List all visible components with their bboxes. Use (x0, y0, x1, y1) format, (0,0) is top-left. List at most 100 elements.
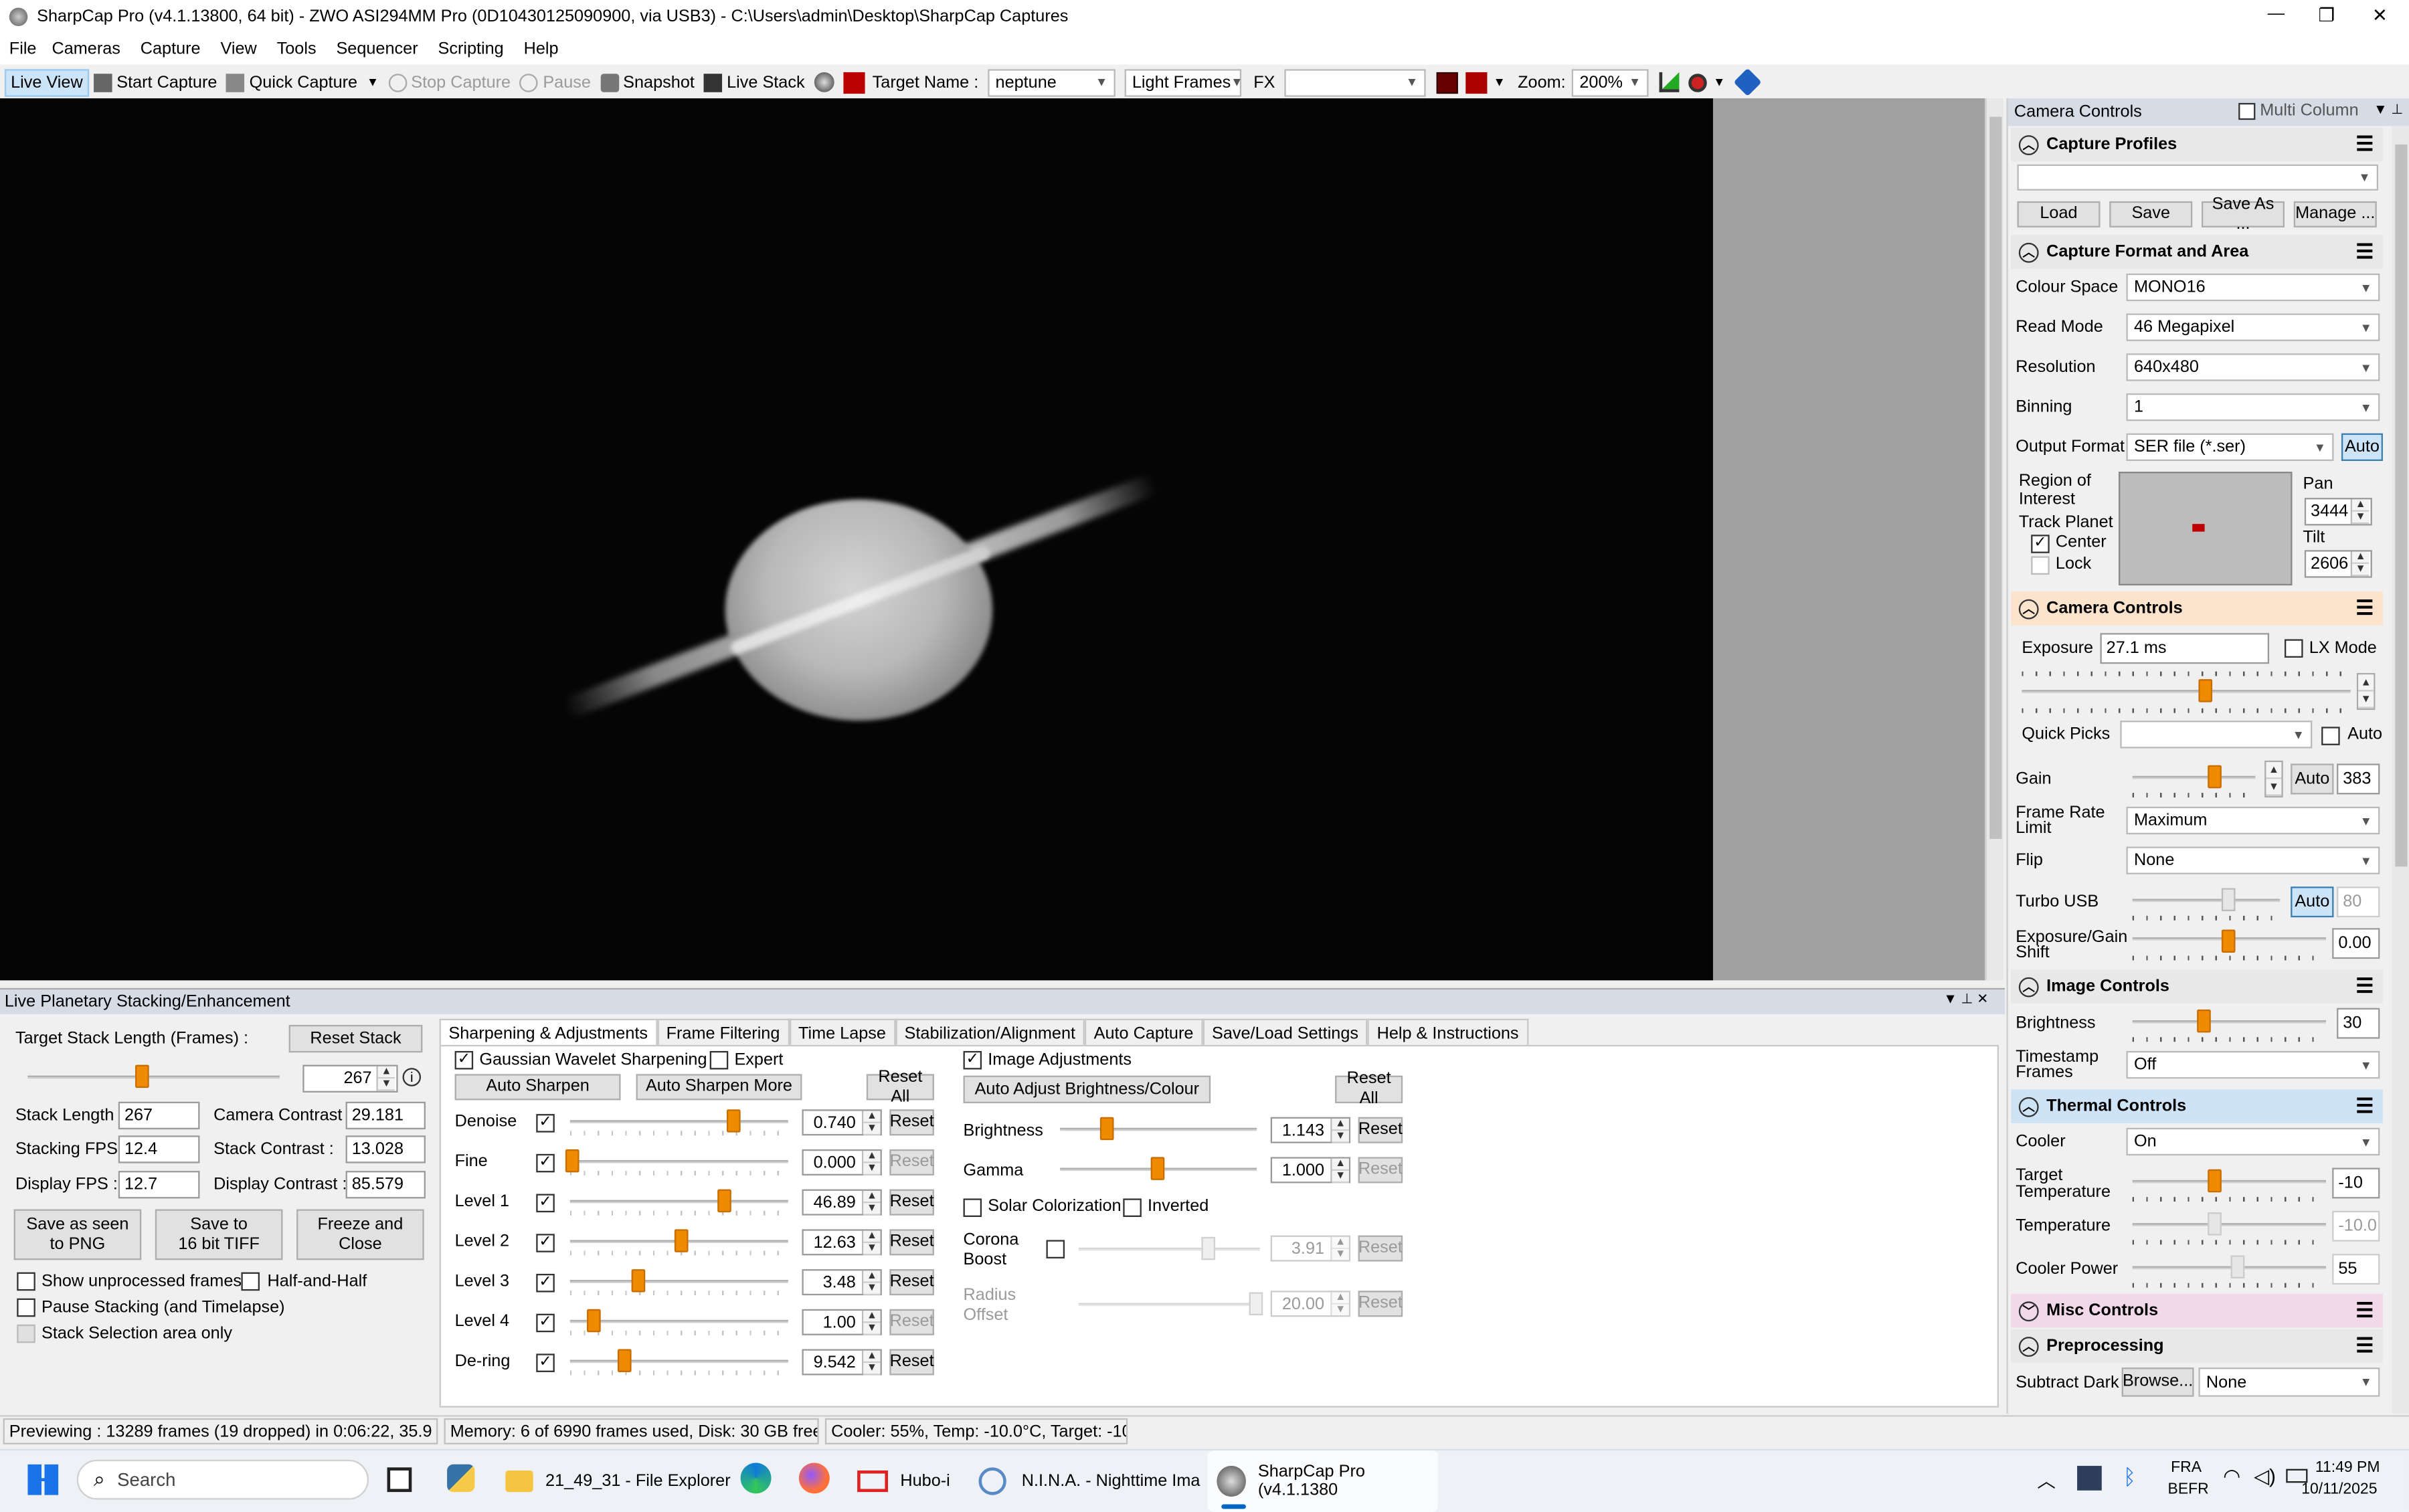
sharpen-slider-reset[interactable]: Reset (889, 1149, 934, 1175)
sharpen-slider-thumb[interactable] (631, 1269, 646, 1293)
target-temp-input[interactable]: -10 (2332, 1167, 2380, 1199)
tab-help[interactable]: Help & Instructions (1367, 1018, 1528, 1047)
load-profile-button[interactable]: Load (2017, 201, 2101, 227)
sharpen-slider-reset[interactable]: Reset (889, 1269, 934, 1296)
exposure-spinner[interactable]: ▲ ▼ (2356, 672, 2376, 711)
adj-brightness-reset[interactable]: Reset (1358, 1117, 1403, 1143)
taskbar-hubo[interactable]: Hubo-i (857, 1450, 950, 1512)
target-stack-slider-thumb[interactable] (135, 1064, 149, 1089)
live-stack-button[interactable]: Live Stack (699, 68, 810, 96)
target-temp-slider-track[interactable] (2132, 1179, 2326, 1184)
turbo-slider-track[interactable] (2132, 899, 2281, 903)
binning-select[interactable]: 1 ▼ (2126, 393, 2380, 421)
minimize-button[interactable]: — (2268, 5, 2285, 23)
camera-controls-header[interactable]: ︿ Camera Controls ☰ (2011, 591, 2383, 626)
snapshot-button[interactable]: Snapshot (596, 68, 699, 96)
lock-checkbox[interactable] (2031, 556, 2050, 575)
cooler-select[interactable]: On ▼ (2126, 1127, 2380, 1156)
sharpen-slider-reset[interactable]: Reset (889, 1189, 934, 1216)
tab-save-load[interactable]: Save/Load Settings (1202, 1018, 1368, 1047)
sharpen-slider-reset[interactable]: Reset (889, 1349, 934, 1376)
adj-brightness-track[interactable] (1060, 1127, 1257, 1131)
read-mode-select[interactable]: 46 Megapixel ▼ (2126, 313, 2380, 341)
inverted-checkbox[interactable] (1123, 1198, 1142, 1217)
turbo-auto-button[interactable]: Auto (2291, 886, 2334, 918)
gamma-spinner[interactable]: ▲ ▼ (1330, 1158, 1349, 1184)
collapse-icon[interactable]: ︿ (2018, 242, 2039, 262)
sharpen-slider-track[interactable] (569, 1120, 788, 1123)
collapse-icon[interactable]: ︿ (2018, 976, 2039, 997)
sharpen-slider-track[interactable] (569, 1359, 788, 1363)
half-and-half-checkbox[interactable] (241, 1272, 260, 1291)
center-checkbox[interactable]: ✓ (2031, 535, 2050, 553)
save-png-button[interactable]: Save as seen to PNG (13, 1209, 142, 1260)
dark-select[interactable]: None ▼ (2198, 1367, 2380, 1397)
menu-icon[interactable]: ☰ (2355, 974, 2374, 999)
frame-type-select[interactable]: Light Frames ▼ (1124, 68, 1243, 96)
auto-adjust-button[interactable]: Auto Adjust Brightness/Colour (963, 1075, 1211, 1104)
brightness-slider-thumb[interactable] (2197, 1009, 2211, 1033)
edge-icon[interactable] (740, 1462, 772, 1494)
sharpen-slider-checkbox[interactable]: ✓ (536, 1313, 555, 1333)
quick-capture-button[interactable]: Quick Capture ▼ (221, 68, 383, 96)
planet-icon[interactable] (814, 72, 834, 92)
turbo-input[interactable]: 80 (2337, 886, 2380, 918)
sharpen-slider-checkbox[interactable]: ✓ (536, 1353, 555, 1372)
taskbar-search[interactable]: ⌕ Search (76, 1459, 369, 1500)
sharpen-slider-thumb[interactable] (726, 1109, 741, 1133)
collapse-icon[interactable]: ︿ (2018, 598, 2039, 619)
menu-icon[interactable]: ☰ (2355, 596, 2374, 621)
exposure-input[interactable]: 27.1 ms (2100, 633, 2270, 664)
brightness-slider-track[interactable] (2132, 1020, 2326, 1024)
misc-controls-header[interactable]: ﹀ Misc Controls ☰ (2011, 1293, 2383, 1328)
collapse-icon[interactable]: ︿ (2018, 134, 2039, 155)
sharpen-slider-checkbox[interactable]: ✓ (536, 1153, 555, 1173)
tilt-spinner[interactable]: ▲ ▼ (2350, 551, 2370, 577)
adj-brightness-spinner[interactable]: ▲ ▼ (1330, 1118, 1349, 1143)
preprocessing-header[interactable]: ︿ Preprocessing ☰ (2011, 1329, 2383, 1363)
show-unprocessed-checkbox[interactable] (17, 1272, 35, 1291)
target-stack-spinner[interactable]: ▲ ▼ (376, 1066, 395, 1091)
expert-checkbox[interactable] (709, 1050, 729, 1070)
exposure-slider-track[interactable] (2022, 690, 2351, 693)
fx-select[interactable]: ▼ (1284, 68, 1426, 96)
sharpen-slider-reset[interactable]: Reset (889, 1309, 934, 1335)
target-name-select[interactable]: neptune ▼ (988, 68, 1116, 96)
sharpen-slider-thumb[interactable] (565, 1149, 579, 1173)
menu-icon[interactable]: ☰ (2355, 240, 2374, 264)
close-button[interactable]: ✕ (2372, 5, 2388, 26)
sharpen-slider-track[interactable] (569, 1200, 788, 1204)
pause-button[interactable]: Pause (515, 68, 596, 96)
sharpen-slider-track[interactable] (569, 1160, 788, 1163)
wifi-icon[interactable]: ◠ (2223, 1464, 2240, 1489)
menu-scripting[interactable]: Scripting (438, 40, 503, 59)
info-icon[interactable]: i (402, 1068, 422, 1086)
sharpen-slider-spinner[interactable]: ▲ ▼ (862, 1270, 881, 1296)
wavelet-checkbox[interactable]: ✓ (454, 1050, 474, 1070)
expand-icon[interactable]: ﹀ (2018, 1301, 2039, 1321)
sharpen-slider-thumb[interactable] (587, 1309, 601, 1333)
adj-brightness-thumb[interactable] (1099, 1117, 1114, 1141)
capture-profiles-header[interactable]: ︿ Capture Profiles ☰ (2011, 127, 2383, 162)
auto-sharpen-button[interactable]: Auto Sharpen (454, 1074, 621, 1101)
quick-picks-auto-checkbox[interactable] (2321, 727, 2340, 745)
sharpen-slider-spinner[interactable]: ▲ ▼ (862, 1350, 881, 1376)
menu-file[interactable]: File (9, 40, 37, 59)
multi-column-checkbox[interactable] (2238, 102, 2256, 120)
pan-spinner[interactable]: ▲ ▼ (2350, 499, 2370, 525)
panel-pin-icon[interactable]: ▼ ⊥ (2374, 102, 2403, 118)
roi-marker[interactable] (2192, 524, 2205, 532)
auto-sharpen-more-button[interactable]: Auto Sharpen More (636, 1074, 802, 1101)
image-adjustments-checkbox[interactable]: ✓ (963, 1050, 982, 1070)
turbo-slider-thumb[interactable] (2221, 888, 2236, 911)
save-as-profile-button[interactable]: Save As ... (2202, 195, 2285, 233)
start-capture-button[interactable]: Start Capture (89, 68, 221, 96)
reset-all-sharpen-button[interactable]: Reset All (866, 1068, 934, 1105)
menu-help[interactable]: Help (524, 40, 559, 59)
shift-input[interactable]: 0.00 (2332, 928, 2380, 959)
histogram-icon[interactable] (1659, 72, 1680, 92)
menu-view[interactable]: View (220, 40, 256, 59)
tab-frame-filtering[interactable]: Frame Filtering (656, 1018, 790, 1047)
gamma-thumb[interactable] (1150, 1157, 1165, 1180)
gain-input[interactable]: 383 (2337, 763, 2380, 795)
